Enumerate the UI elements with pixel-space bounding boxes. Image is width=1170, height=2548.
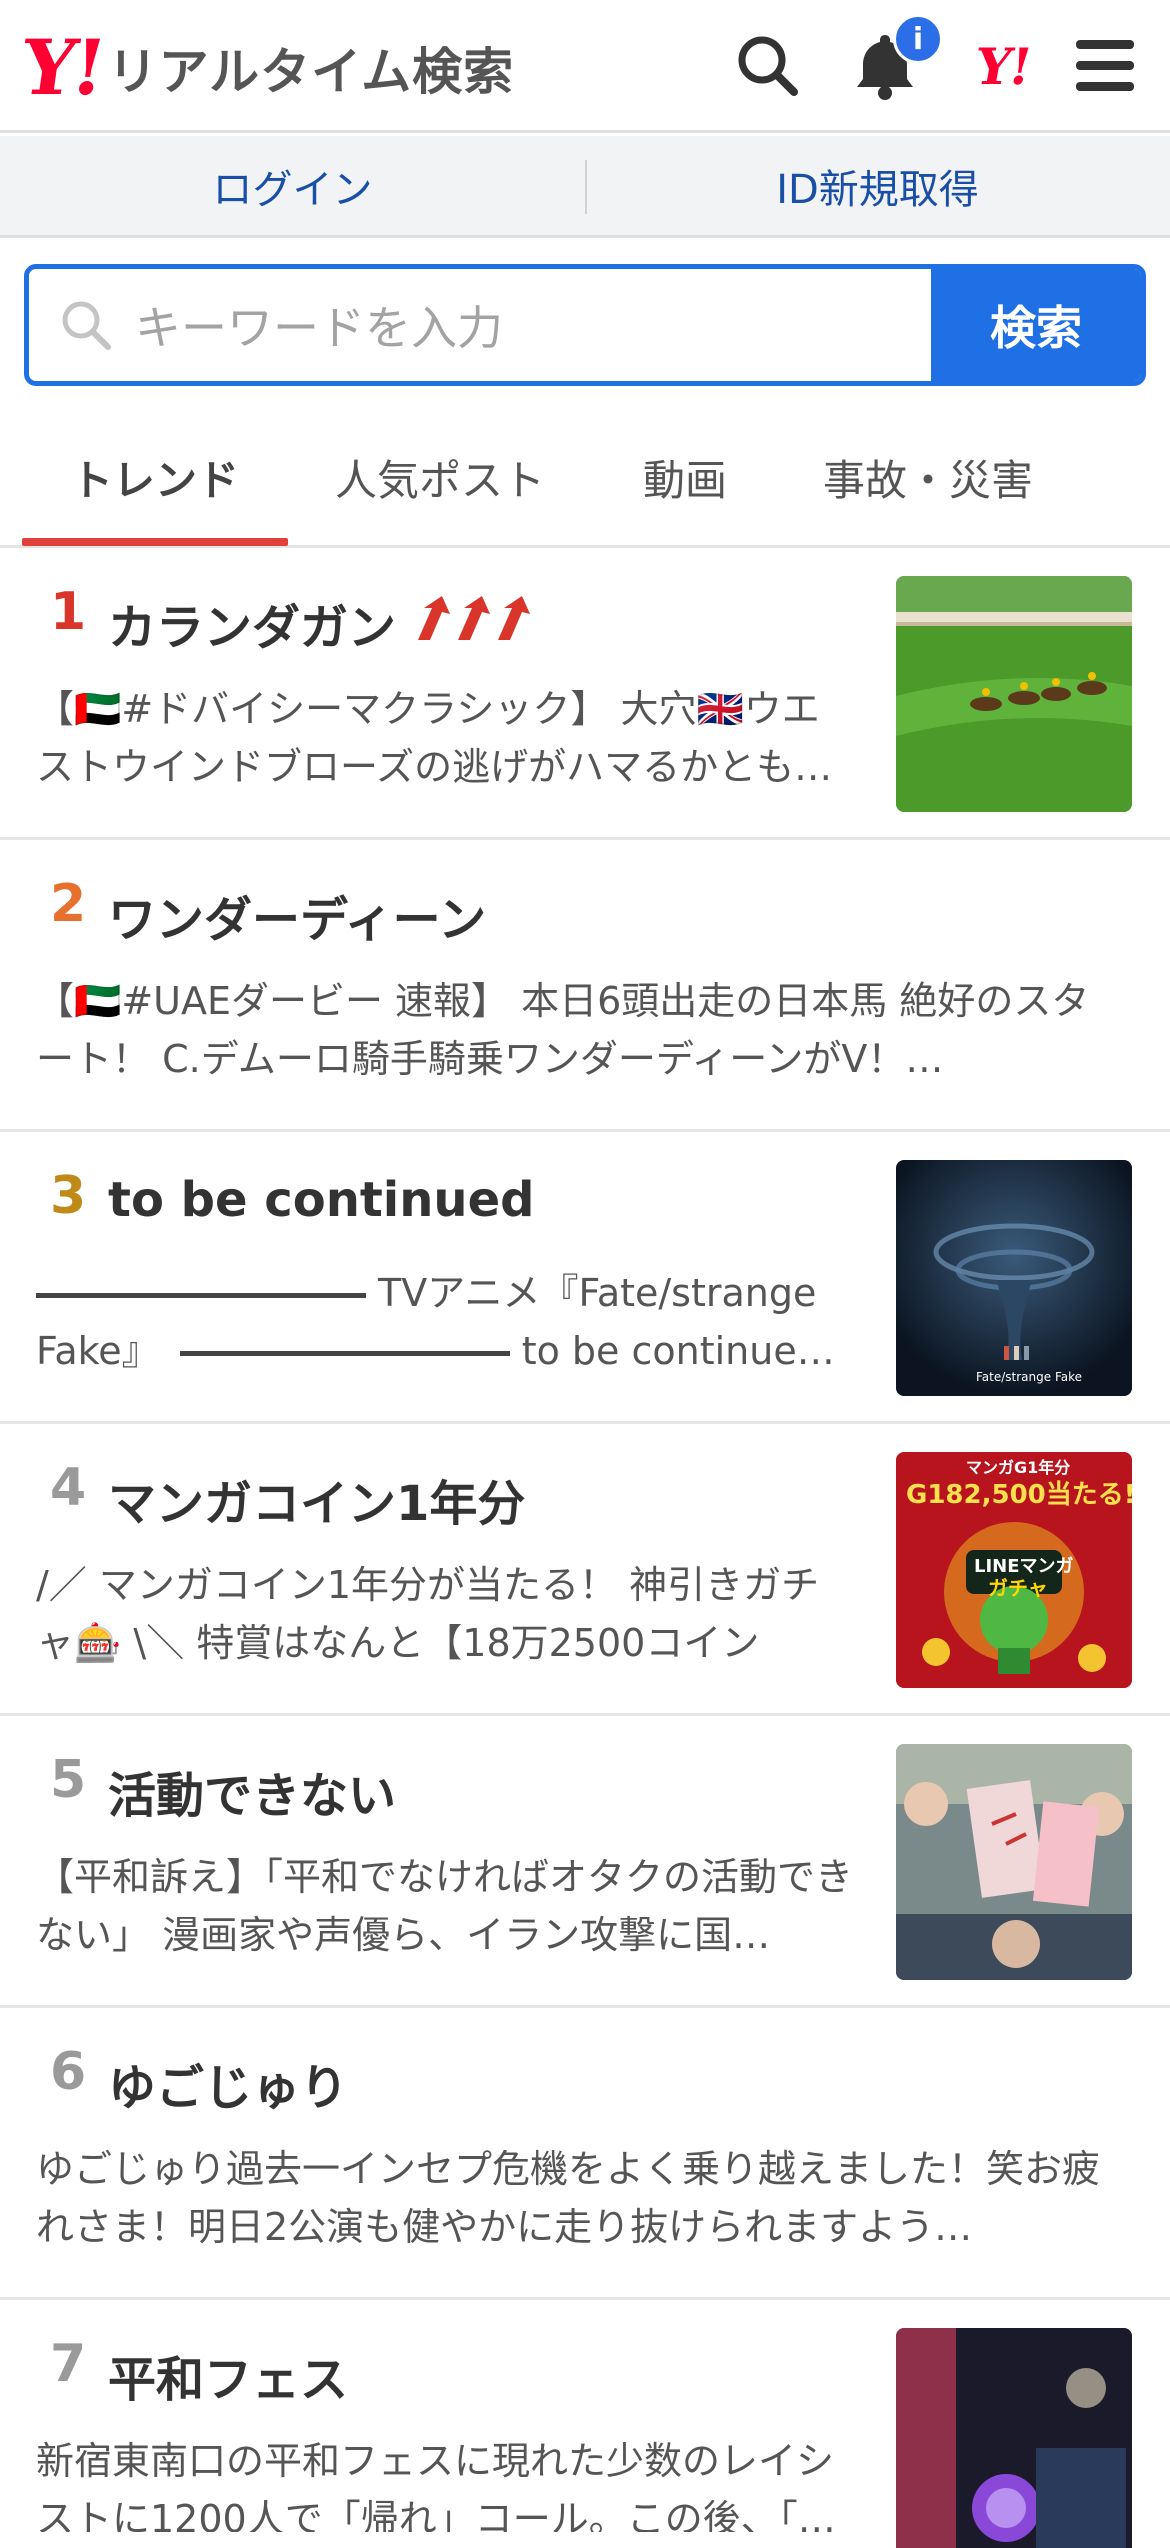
trend-item[interactable]: 2 ワンダーディーン 【🇦🇪#UAEダービー 速報】 本日6頭出走の日本馬 絶好…: [0, 842, 1170, 1132]
trend-title: 平和フェス: [108, 2352, 349, 2408]
dash-line: [179, 1351, 510, 1356]
tab-accidents-disasters[interactable]: 事故・災害: [800, 410, 1056, 545]
search-form: キーワードを入力 検索: [24, 264, 1146, 386]
trend-title: to be continued: [108, 1172, 535, 1228]
notification-badge: i: [893, 14, 943, 64]
site-logo[interactable]: Y! リアルタイム検索: [16, 23, 515, 112]
desc-text: TVアニメ『Fate/strange: [378, 1271, 817, 1315]
search-button[interactable]: 検索: [931, 269, 1141, 381]
signup-link[interactable]: ID新規取得: [585, 136, 1170, 235]
account-bar-divider: [585, 160, 587, 214]
rising-arrows-icon: [412, 594, 538, 642]
trend-title: ゆごじゅり: [108, 2060, 349, 2116]
anime-thumbnail: Fate/strange Fake: [896, 1160, 1132, 1396]
trend-rank: 2: [50, 874, 87, 934]
trend-description: 【🇦🇪#ドバイシーマクラシック】 大穴🇬🇧ウエストウインドブローズの逃げがハマる…: [36, 687, 833, 789]
thumb-text-gacha: ガチャ: [988, 1576, 1048, 1600]
trend-rank: 7: [50, 2334, 87, 2394]
search-field-icon: [62, 301, 111, 350]
trend-item[interactable]: 4 マンガコイン1年分 /／ マンガコイン1年分が当たる！ 神引きガチャ🎰 \＼…: [0, 1426, 1170, 1716]
search-placeholder: キーワードを入力: [135, 301, 503, 355]
trend-item[interactable]: 7 平和フェス 新宿東南口の平和フェスに現れた少数のレイシストに1200人で「帰…: [0, 2302, 1170, 2548]
trend-title: ワンダーディーン: [108, 892, 487, 948]
trend-title: カランダガン: [108, 600, 397, 656]
trend-item[interactable]: 5 活動できない 【平和訴え】「平和でなければオタクの活動できない」 漫画家や声…: [0, 1718, 1170, 2008]
thumb-caption: Fate/strange Fake: [976, 1370, 1083, 1384]
trend-rank: 6: [50, 2042, 87, 2102]
trend-description: 【平和訴え】「平和でなければオタクの活動できない」 漫画家や声優ら、イラン攻撃に…: [36, 1855, 854, 1957]
desc-text: to be continue…: [521, 1329, 835, 1373]
trend-item[interactable]: 3 to be continued TVアニメ『Fate/strange Fak…: [0, 1134, 1170, 1424]
trend-description: 【🇦🇪#UAEダービー 速報】 本日6頭出走の日本馬 絶好のスタート！ C.デム…: [36, 979, 1090, 1081]
trend-rank: 4: [50, 1458, 87, 1518]
yahoo-logo-mark: Y!: [15, 23, 108, 112]
category-tabs: トレンド 人気ポスト 動画 事故・災害: [0, 410, 1170, 548]
trend-item[interactable]: 1 カランダガン 【🇦🇪#ドバイシーマクラシック】 大穴🇬🇧ウエストウインドブロ…: [0, 550, 1170, 840]
yahoo-home-icon[interactable]: Y!: [963, 26, 1043, 106]
trend-item[interactable]: 6 ゆごじゅり ゆごじゅり過去一インセプ危機をよく乗り越えました！笑お疲れさま！…: [0, 2010, 1170, 2300]
site-title: リアルタイム検索: [107, 43, 515, 101]
tab-popular-posts[interactable]: 人気ポスト: [310, 410, 570, 545]
trend-rank: 5: [50, 1750, 87, 1810]
desc-text: Fake』: [36, 1329, 160, 1373]
app-header: Y! リアルタイム検索 i Y!: [0, 0, 1170, 133]
dash-line: [36, 1293, 366, 1298]
trend-title: マンガコイン1年分: [108, 1476, 526, 1532]
protest-thumbnail: [896, 1744, 1132, 1980]
night-crowd-thumbnail: [896, 2328, 1132, 2548]
trend-description: TVアニメ『Fate/strange Fake』 to be continue…: [36, 1264, 856, 1380]
tab-videos[interactable]: 動画: [600, 410, 770, 545]
trend-description: ゆごじゅり過去一インセプ危機をよく乗り越えました！笑お疲れさま！明日2公演も健や…: [36, 2147, 1101, 2249]
active-tab-indicator: [22, 538, 288, 546]
trend-description: 新宿東南口の平和フェスに現れた少数のレイシストに1200人で「帰れ」コール。この…: [36, 2439, 836, 2532]
manga-gacha-thumbnail: マンガG1年分 G182,500当たる! LINEマンガ ガチャ: [896, 1452, 1132, 1688]
trend-title: 活動できない: [108, 1768, 397, 1824]
thumb-text-amount: G182,500当たる!: [906, 1480, 1132, 1510]
trend-description: /／ マンガコイン1年分が当たる！ 神引きガチャ🎰 \＼ 特賞はなんと【18万2…: [36, 1563, 820, 1665]
horse-race-thumbnail: [896, 576, 1132, 812]
tab-trend[interactable]: トレンド: [22, 410, 288, 545]
trend-rank: 1: [50, 582, 87, 642]
trend-rank: 3: [50, 1166, 87, 1226]
login-link[interactable]: ログイン: [0, 136, 585, 235]
account-bar: ログイン ID新規取得: [0, 136, 1170, 238]
search-icon[interactable]: [728, 26, 808, 106]
search-input[interactable]: キーワードを入力: [29, 269, 931, 381]
menu-icon[interactable]: [1065, 26, 1145, 106]
